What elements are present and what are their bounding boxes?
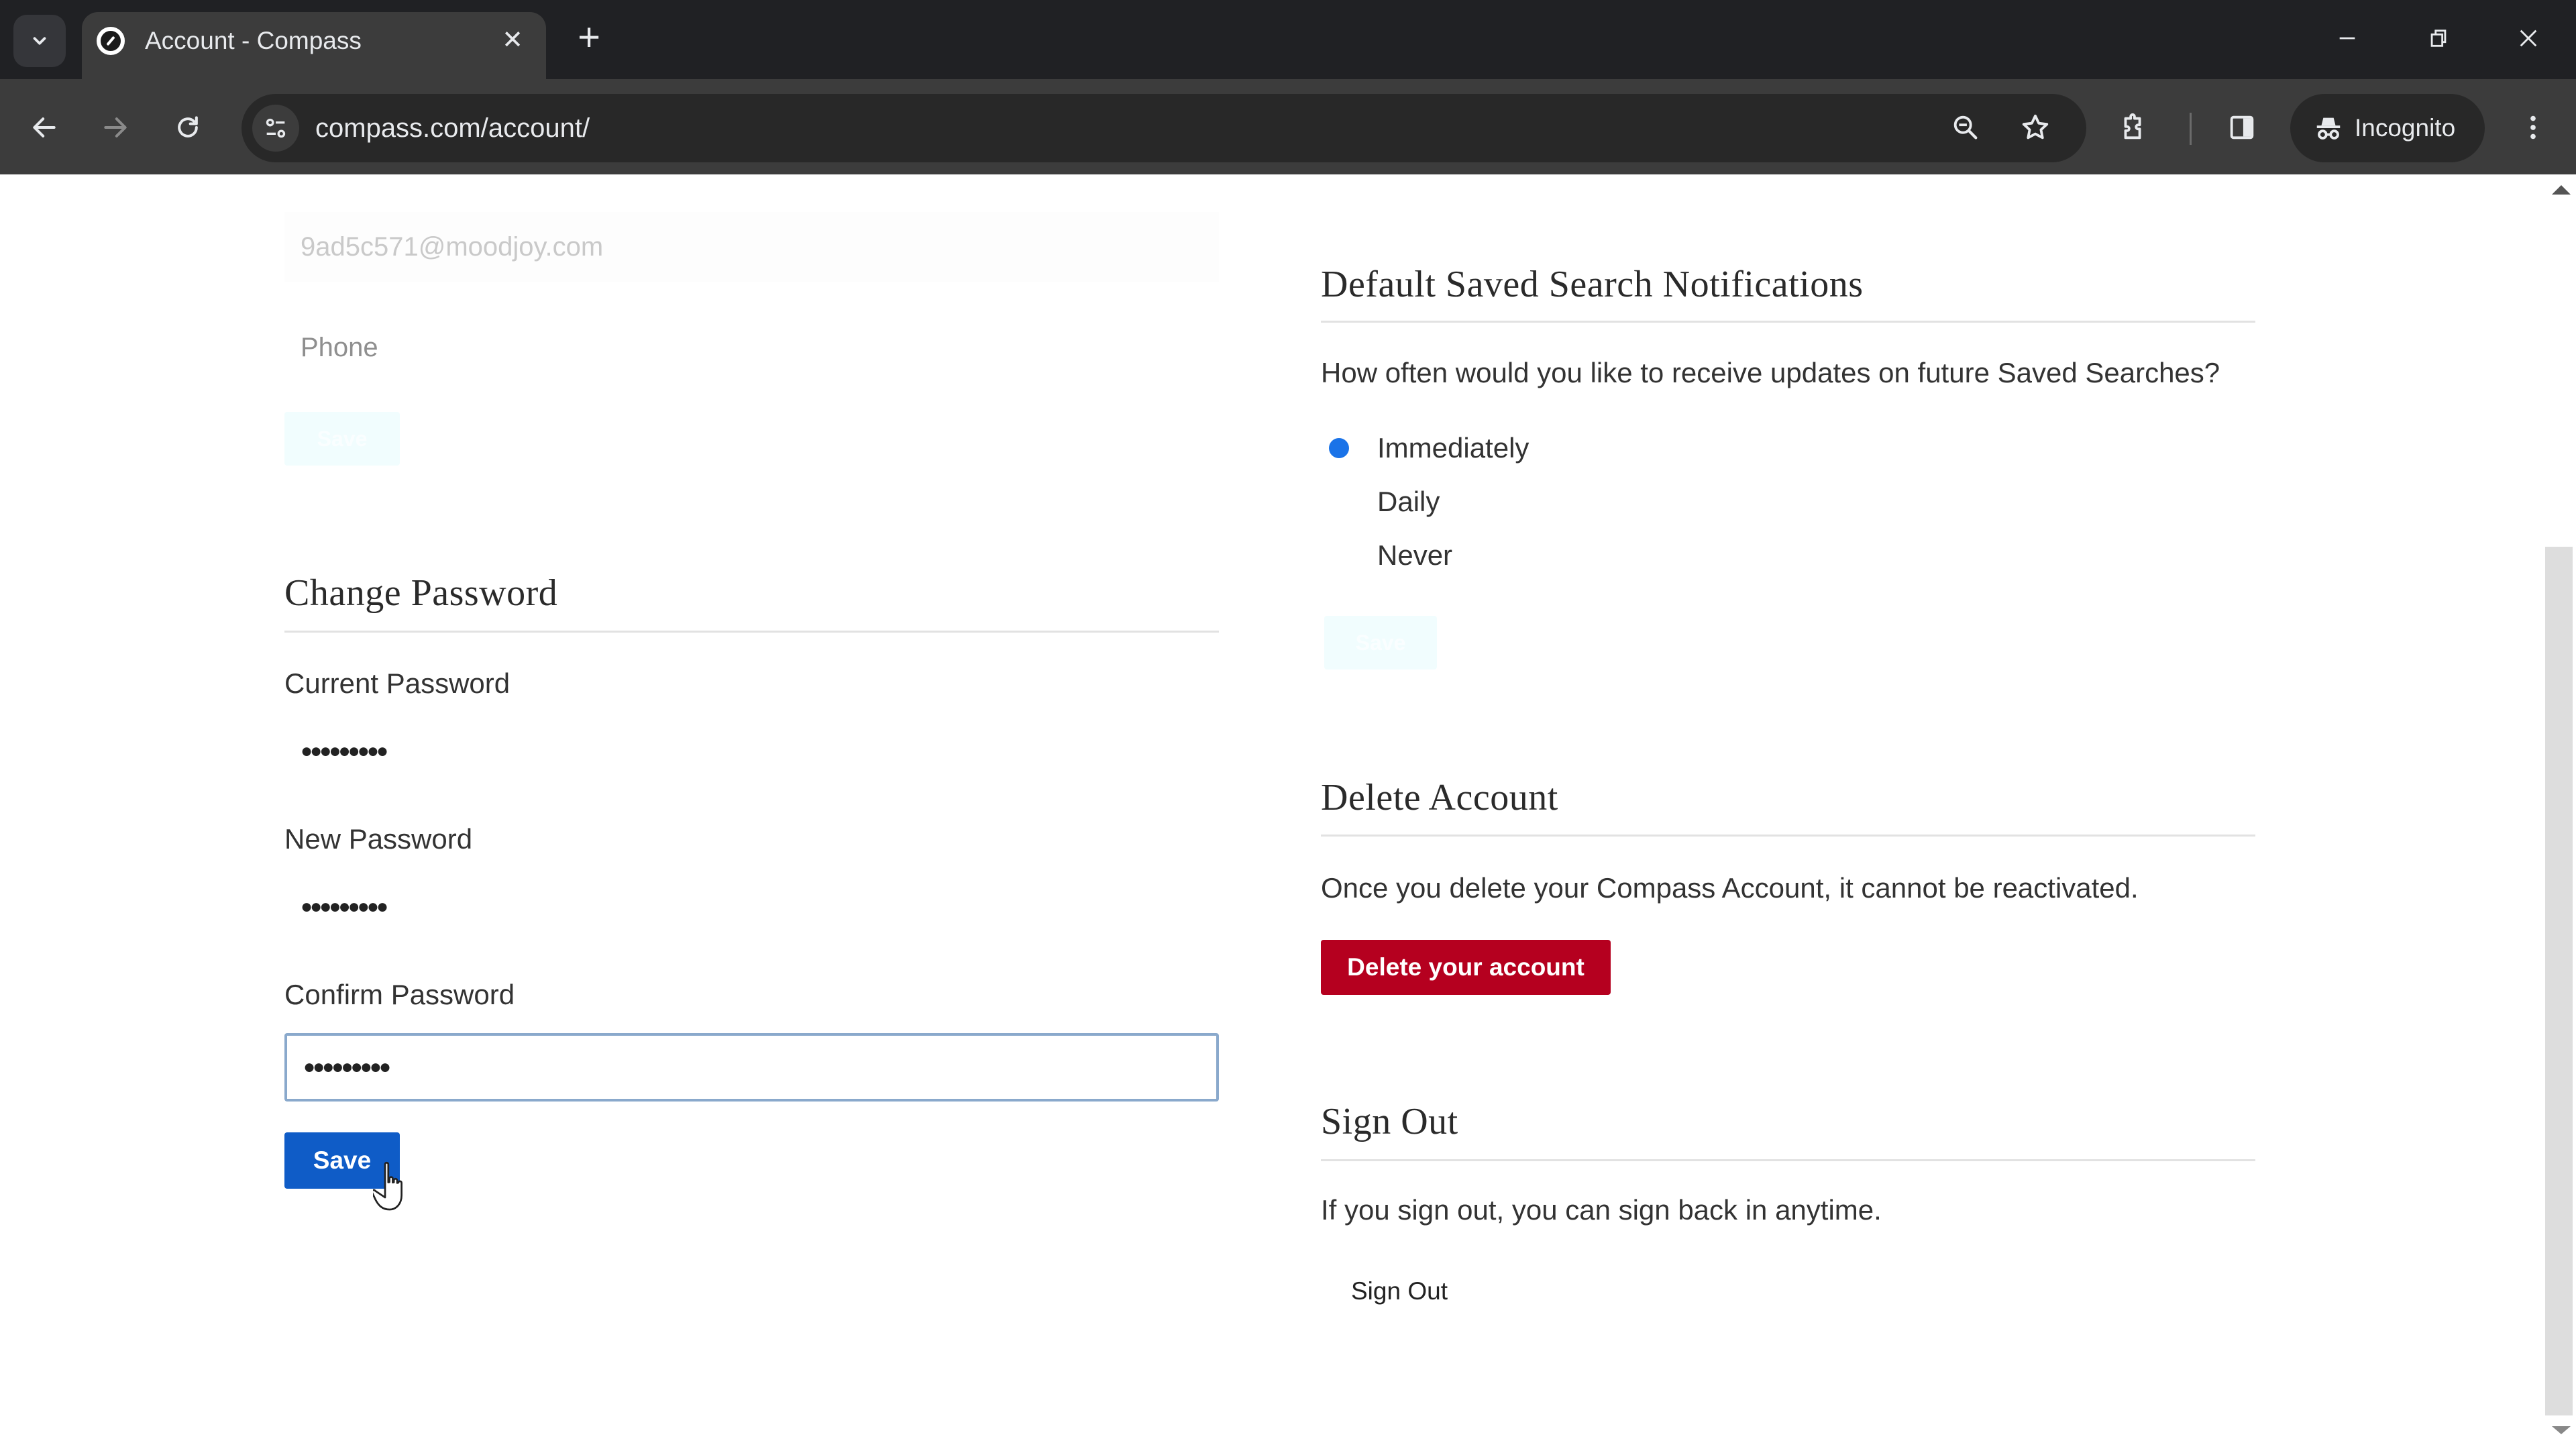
- current-password-input[interactable]: ●●●●●●●●●: [284, 718, 1219, 785]
- arrow-right-icon: [104, 117, 127, 138]
- incognito-profile-button[interactable]: Incognito: [2290, 94, 2485, 162]
- scrollbar-thumb[interactable]: [2545, 547, 2573, 1415]
- confirm-password-label: Confirm Password: [284, 979, 515, 1010]
- current-password-label: Current Password: [284, 667, 511, 699]
- forward-button[interactable]: [89, 101, 142, 154]
- new-password-input[interactable]: ●●●●●●●●●: [284, 873, 1219, 941]
- sign-out-heading: Sign Out: [1321, 1101, 1458, 1142]
- tune-icon: [266, 118, 286, 138]
- scroll-down-arrow-icon[interactable]: [2552, 1426, 2571, 1434]
- delete-account-button[interactable]: Delete your account: [1321, 940, 1611, 995]
- hand-cursor-icon: [373, 1161, 402, 1211]
- bookmark-button[interactable]: [2015, 107, 2055, 148]
- email-field[interactable]: 9ad5c571@moodjoy.com: [284, 212, 1219, 282]
- zoom-button[interactable]: [1945, 107, 1986, 148]
- section-divider: [1321, 321, 2255, 323]
- sign-out-button[interactable]: Sign Out: [1335, 1268, 1464, 1315]
- notifications-heading: Default Saved Search Notifications: [1321, 264, 1864, 305]
- radio-selected-icon[interactable]: [1329, 438, 1349, 458]
- phone-field[interactable]: Phone: [284, 313, 1219, 382]
- section-divider: [1321, 1159, 2255, 1161]
- new-tab-button[interactable]: +: [569, 17, 609, 58]
- reload-button[interactable]: [161, 101, 215, 154]
- minimize-icon: [2339, 37, 2355, 40]
- radio-label: Daily: [1377, 486, 1440, 517]
- browser-menu-button[interactable]: [2513, 107, 2553, 148]
- notifications-save-button[interactable]: Save: [1324, 616, 1437, 669]
- star-icon: [2022, 114, 2049, 140]
- radio-unselected-icon[interactable]: [1329, 545, 1349, 566]
- confirm-password-input[interactable]: ●●●●●●●●●: [284, 1033, 1219, 1102]
- more-vert-icon: [2530, 115, 2536, 140]
- delete-account-description: Once you delete your Compass Account, it…: [1321, 872, 2139, 904]
- tab-close-button[interactable]: ✕: [496, 24, 529, 56]
- extensions-button[interactable]: [2113, 107, 2153, 148]
- new-password-label: New Password: [284, 823, 473, 855]
- arrow-left-icon: [33, 117, 56, 138]
- scroll-up-arrow-icon[interactable]: [2552, 185, 2571, 195]
- minimize-button[interactable]: [2317, 15, 2377, 62]
- chevron-down-icon: [33, 37, 46, 45]
- compass-logo-icon: [97, 27, 125, 55]
- radio-label: Immediately: [1377, 432, 1529, 464]
- side-panel-button[interactable]: [2222, 107, 2262, 148]
- section-divider: [284, 631, 1219, 633]
- toolbar-divider: [2190, 113, 2192, 145]
- restore-button[interactable]: [2408, 15, 2469, 62]
- profile-label: Incognito: [2355, 114, 2456, 142]
- change-password-heading: Change Password: [284, 572, 558, 614]
- delete-account-heading: Delete Account: [1321, 777, 1558, 818]
- notifications-question: How often would you like to receive upda…: [1321, 357, 2220, 388]
- url-text[interactable]: compass.com/account/: [315, 110, 590, 146]
- radio-immediately[interactable]: Immediately: [1321, 421, 1529, 475]
- site-info-button[interactable]: [252, 105, 299, 152]
- window-close-button[interactable]: [2498, 15, 2559, 62]
- close-icon: [2520, 30, 2537, 47]
- sign-out-description: If you sign out, you can sign back in an…: [1321, 1194, 1882, 1226]
- radio-never[interactable]: Never: [1321, 529, 1452, 582]
- radio-unselected-icon[interactable]: [1329, 492, 1349, 512]
- back-button[interactable]: [17, 101, 71, 154]
- tab-title: Account - Compass: [145, 27, 362, 54]
- side-panel-icon: [2230, 115, 2254, 140]
- reload-icon: [178, 116, 198, 138]
- zoom-out-icon: [1953, 115, 1978, 140]
- incognito-icon: [2316, 117, 2341, 140]
- contact-save-button[interactable]: Save: [284, 412, 400, 466]
- radio-label: Never: [1377, 539, 1453, 571]
- section-divider: [1321, 835, 2255, 837]
- puzzle-icon: [2124, 113, 2141, 140]
- radio-daily[interactable]: Daily: [1321, 475, 1440, 529]
- tab-account-compass[interactable]: Account - Compass ✕: [82, 12, 546, 79]
- tab-search-button[interactable]: [13, 15, 66, 67]
- restore-icon: [2430, 30, 2447, 47]
